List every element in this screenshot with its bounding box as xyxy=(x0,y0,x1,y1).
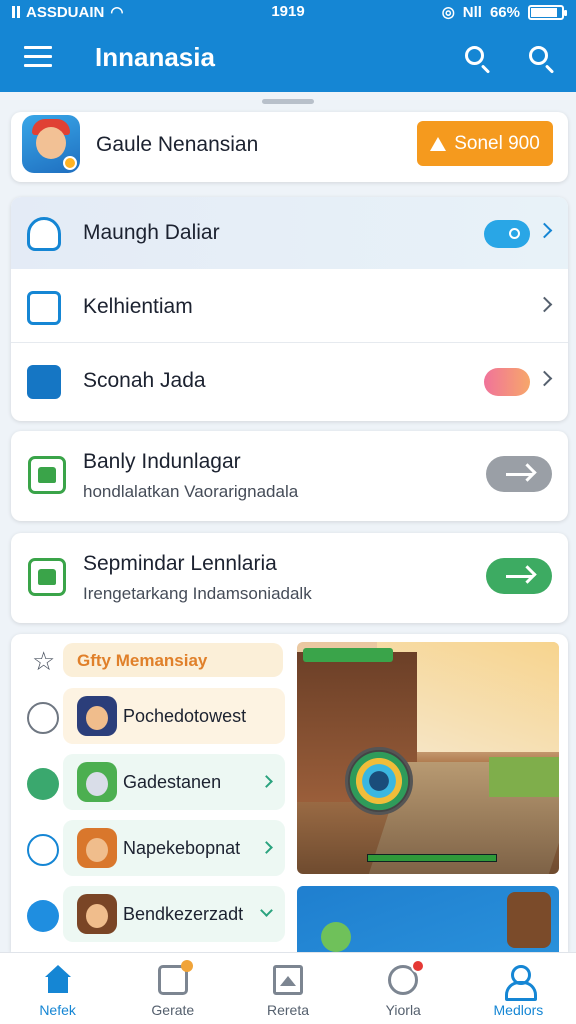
person-icon xyxy=(503,965,538,1001)
game-avatar xyxy=(77,762,117,802)
search-icon[interactable] xyxy=(463,44,493,74)
settings-item-label: Sconah Jada xyxy=(83,369,206,392)
document-icon xyxy=(273,965,303,995)
panel-header: Gfty Memansiay xyxy=(63,643,283,677)
alarm-icon: ◎ xyxy=(441,4,455,21)
feature-title: Sepmindar Lennlaria xyxy=(83,552,277,575)
gallery-icon xyxy=(28,558,66,596)
chevron-right-icon xyxy=(536,370,553,387)
chevron-right-icon xyxy=(536,222,553,239)
game-list-item[interactable]: Gadestanen xyxy=(11,752,291,814)
game-screenshot-secondary[interactable] xyxy=(297,886,559,952)
arrow-right-button[interactable] xyxy=(486,456,552,492)
compass-icon[interactable] xyxy=(27,768,59,800)
toggle-pill[interactable] xyxy=(484,220,530,248)
menu-icon[interactable] xyxy=(24,46,52,68)
app-title: Innanasia xyxy=(95,42,215,72)
game-screenshot[interactable] xyxy=(297,642,559,874)
tab-yiorla[interactable]: Yiorla xyxy=(346,953,461,1024)
game-name: Pochedotowest xyxy=(123,706,247,726)
settings-item-label: Kelhientiam xyxy=(83,295,193,318)
box-icon xyxy=(157,960,193,995)
game-avatar xyxy=(77,828,117,868)
search-icon-secondary[interactable] xyxy=(527,44,557,74)
toggle-pill[interactable] xyxy=(484,368,530,396)
globe-icon xyxy=(388,959,426,995)
tab-gerate[interactable]: Gerate xyxy=(115,953,230,1024)
status-bar: ASSDUAIN ◠ 1919 ◎ Nll 66% xyxy=(0,0,576,24)
tab-medlors[interactable]: Medlors xyxy=(461,953,576,1024)
battery-icon xyxy=(528,4,567,20)
hero-button-label: Sonel 900 xyxy=(454,132,540,154)
feature-card-banly[interactable]: Banly Indunlagar hondlalatkan Vaorarigna… xyxy=(11,431,568,521)
grid-icon xyxy=(27,365,61,399)
settings-item-maungh[interactable]: Maungh Daliar xyxy=(11,197,568,269)
settings-list: Maungh Daliar Kelhientiam Sconah Jada xyxy=(11,197,568,421)
thumbs-up-icon xyxy=(28,456,66,494)
chevron-right-icon xyxy=(536,296,553,313)
app-bar: Innanasia xyxy=(0,24,576,92)
link-icon[interactable] xyxy=(27,900,59,932)
feature-subtitle: hondlalatkan Vaorarignadala xyxy=(83,482,299,501)
tab-label: Medlors xyxy=(493,1002,544,1018)
game-list-item[interactable]: Bendkezerzadt xyxy=(11,884,291,946)
bottom-tab-bar: Nefek Gerate Rereta Yiorla Medlors xyxy=(0,952,576,1024)
panel-header-label: Gfty Memansiay xyxy=(77,651,208,670)
status-right: ◎ Nll 66% xyxy=(441,3,567,21)
warning-icon xyxy=(430,136,447,151)
hero-title: Gaule Nenansian xyxy=(96,133,259,156)
hero-action-button[interactable]: Sonel 900 xyxy=(417,121,553,166)
tab-label: Rereta xyxy=(266,1002,310,1018)
hero-card: Gaule Nenansian Sonel 900 xyxy=(11,112,568,182)
share-icon[interactable] xyxy=(27,702,59,734)
tab-label: Nefek xyxy=(39,1002,76,1018)
network-label: Nll xyxy=(462,3,482,21)
home-icon xyxy=(43,965,73,995)
game-avatar xyxy=(77,894,117,934)
tab-label: Yiorla xyxy=(385,1002,421,1018)
settings-item-sconah[interactable]: Sconah Jada xyxy=(11,345,568,417)
tab-rereta[interactable]: Rereta xyxy=(230,953,345,1024)
settings-item-label: Maungh Daliar xyxy=(83,221,220,244)
feature-card-sepmindar[interactable]: Sepmindar Lennlaria Irengetarkang Indams… xyxy=(11,533,568,623)
game-avatar xyxy=(77,696,117,736)
feature-subtitle: Irengetarkang Indamsoniadalk xyxy=(83,584,312,603)
edit-icon xyxy=(27,291,61,325)
game-app-icon[interactable] xyxy=(22,115,80,173)
tab-nefek[interactable]: Nefek xyxy=(0,953,115,1024)
game-list-item[interactable]: Pochedotowest xyxy=(11,686,291,748)
plane-icon[interactable] xyxy=(27,834,59,866)
feature-title: Banly Indunlagar xyxy=(83,450,241,473)
star-icon[interactable]: ☆ xyxy=(32,648,55,674)
game-name: Bendkezerzadt xyxy=(123,904,244,924)
drag-handle[interactable] xyxy=(262,99,314,104)
tab-label: Gerate xyxy=(151,1002,195,1018)
games-panel: ☆ Gfty Memansiay Pochedotowest Gadestane… xyxy=(11,634,568,952)
settings-item-kelhientiam[interactable]: Kelhientiam xyxy=(11,271,568,343)
shield-icon xyxy=(27,217,61,251)
divider xyxy=(11,342,568,343)
arrow-right-button[interactable] xyxy=(486,558,552,594)
game-name: Gadestanen xyxy=(123,772,222,792)
game-list-item[interactable]: Napekebopnat xyxy=(11,818,291,880)
game-name: Napekebopnat xyxy=(123,838,241,858)
battery-percent: 66% xyxy=(489,3,520,21)
